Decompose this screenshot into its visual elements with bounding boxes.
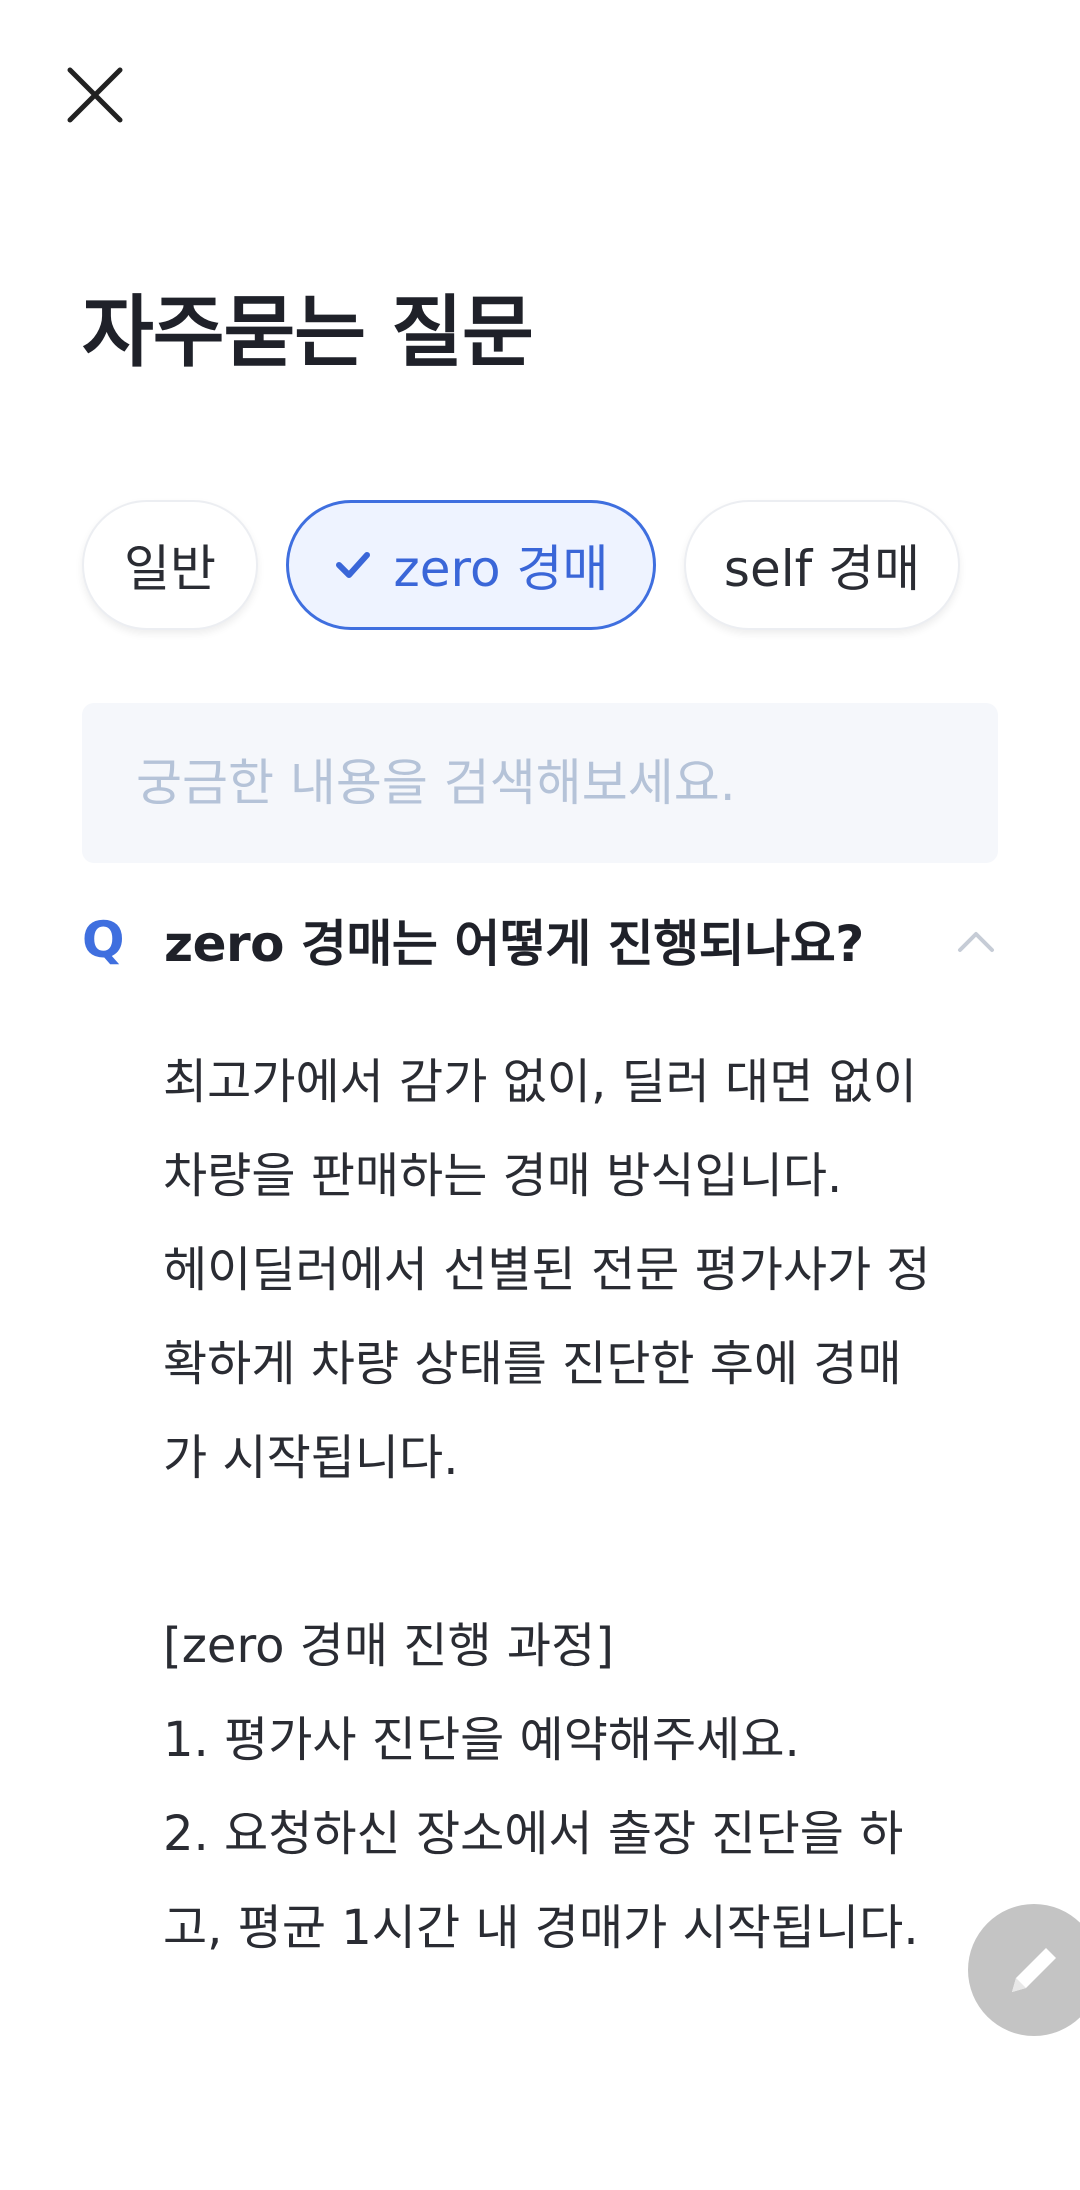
- faq-question: zero 경매는 어떻게 진행되나요?: [164, 915, 864, 973]
- pencil-icon: [1012, 1948, 1056, 1992]
- category-chip-general[interactable]: 일반: [82, 500, 258, 630]
- search-box: [82, 703, 998, 863]
- category-chip-self-auction[interactable]: self 경매: [684, 500, 960, 630]
- close-button[interactable]: [60, 60, 130, 130]
- page-title: 자주묻는 질문: [82, 288, 534, 378]
- category-chip-zero-auction[interactable]: zero 경매: [286, 500, 656, 630]
- category-chip-label: zero 경매: [393, 540, 609, 598]
- faq-answer: 최고가에서 감가 없이, 딜러 대면 없이 차량을 판매하는 경매 방식입니다.…: [163, 1054, 931, 1956]
- write-button[interactable]: [968, 1904, 1080, 2036]
- category-chip-label: self 경매: [723, 540, 921, 598]
- q-mark: Q: [82, 911, 125, 969]
- chevron-up-icon[interactable]: [954, 922, 998, 958]
- close-icon: [67, 67, 123, 123]
- faq-page: 자주묻는 질문 일반 zero 경매 self 경매 Q zero 경매는 어떻…: [0, 0, 1080, 2190]
- category-chips: 일반 zero 경매 self 경매: [82, 500, 988, 634]
- check-icon: [335, 552, 370, 578]
- category-chip-label: 일반: [124, 540, 216, 598]
- search-input[interactable]: [134, 753, 946, 813]
- faq-question-row[interactable]: Q zero 경매는 어떻게 진행되나요?: [82, 900, 1002, 980]
